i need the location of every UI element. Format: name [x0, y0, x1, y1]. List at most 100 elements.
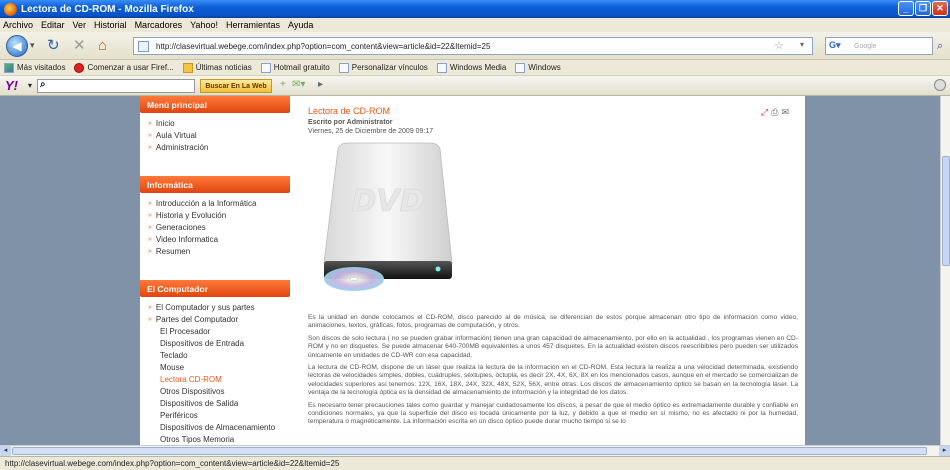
- folder-icon: [182, 62, 193, 73]
- window-controls: _ ❐ ✕: [898, 1, 948, 16]
- module-title: El Computador: [140, 280, 290, 297]
- address-bar[interactable]: http://clasevirtual.webege.com/index.php…: [133, 37, 813, 55]
- scrollbar-thumb[interactable]: [12, 447, 927, 455]
- chart-icon: [4, 62, 14, 73]
- stop-icon[interactable]: ✕: [73, 37, 86, 54]
- menu-editar[interactable]: Editar: [41, 20, 65, 30]
- web-page: Menú principal » Inicio » Aula Virtual » Ad…: [140, 96, 805, 445]
- scrollbar-thumb[interactable]: [942, 156, 950, 266]
- scroll-right-arrow-icon[interactable]: ▸: [939, 446, 950, 456]
- back-button[interactable]: ◀: [6, 35, 28, 57]
- bookmark-item[interactable]: Más visitados: [4, 62, 66, 73]
- menu-ayuda[interactable]: Ayuda: [288, 20, 313, 30]
- sidebar-item[interactable]: Teclado: [148, 350, 290, 362]
- firefox-icon: [4, 2, 17, 16]
- menu-ver[interactable]: Ver: [73, 20, 87, 30]
- forward-dropdown-icon[interactable]: ▾: [30, 40, 42, 52]
- menu-principal-module: Menú principal » Inicio » Aula Virtual » Ad…: [140, 96, 290, 154]
- toolbar-tools-icon[interactable]: ✉▾: [292, 79, 305, 90]
- bookmark-label: Personalizar vínculos: [351, 63, 428, 72]
- bookmark-item[interactable]: Hotmail gratuito: [260, 62, 330, 73]
- menu-historial[interactable]: Historial: [94, 20, 127, 30]
- bookmark-label: Windows: [528, 63, 561, 72]
- article-author: Escrito por Administrator: [308, 119, 393, 126]
- history-dropdown-icon[interactable]: ▾: [800, 40, 804, 49]
- bookmark-item[interactable]: Últimas noticias: [182, 62, 252, 73]
- minimize-button[interactable]: _: [898, 1, 914, 16]
- bookmark-label: Más visitados: [17, 63, 66, 72]
- search-placeholder: Google: [854, 42, 877, 50]
- vertical-scrollbar[interactable]: [940, 96, 950, 445]
- email-icon[interactable]: ✉: [781, 107, 789, 118]
- sidebar-item[interactable]: Dispositivos de Almacenamiento: [148, 422, 290, 434]
- yahoo-toolbar: Y! ▾ ⌕ Buscar En La Web + ✉▾ ▸: [0, 76, 950, 96]
- page-icon: [260, 62, 271, 73]
- search-input[interactable]: G▾ Google: [825, 37, 933, 55]
- sidebar-item-administracion[interactable]: » Administración: [148, 142, 290, 154]
- informatica-module: Informática » Introducción a la Informáti…: [140, 176, 290, 258]
- yahoo-logo[interactable]: Y!: [5, 78, 18, 93]
- bullet-icon: »: [148, 304, 152, 311]
- sidebar-item[interactable]: Dispositivos de Entrada: [148, 338, 290, 350]
- bookmark-star-icon[interactable]: ☆: [774, 39, 784, 52]
- dvd-logo-text: DVD: [351, 184, 424, 219]
- horizontal-scrollbar[interactable]: ◂ ▸: [0, 445, 950, 456]
- bookmarks-toolbar: Más visitados Comenzar a usar Firef... Ú…: [0, 60, 950, 76]
- yahoo-search-button[interactable]: Buscar En La Web: [200, 79, 272, 93]
- article-paragraph: Es necesario tener precauciones tales co…: [308, 401, 798, 426]
- bullet-icon: »: [148, 120, 152, 127]
- sidebar-item[interactable]: » Historia y Evolución: [148, 210, 290, 222]
- google-icon[interactable]: G▾: [829, 40, 841, 51]
- toolbar-more-icon[interactable]: ▸: [318, 79, 323, 90]
- sidebar-item[interactable]: Otros Tipos Memoria: [148, 434, 290, 445]
- sidebar-item[interactable]: » Video Informatica: [148, 234, 290, 246]
- bullet-icon: »: [148, 132, 152, 139]
- menu-herramientas[interactable]: Herramientas: [226, 20, 280, 30]
- sidebar-item[interactable]: » Resumen: [148, 246, 290, 258]
- yahoo-dropdown-icon[interactable]: ▾: [28, 81, 32, 90]
- article-paragraph: Son discos de solo lectura ( no se puede…: [308, 334, 798, 359]
- address-text: http://clasevirtual.webege.com/index.php…: [156, 41, 491, 51]
- sidebar-item[interactable]: El Procesador: [148, 326, 290, 338]
- page-icon: [338, 62, 349, 73]
- menu-yahoo[interactable]: Yahoo!: [190, 20, 218, 30]
- sidebar-item[interactable]: » Generaciones: [148, 222, 290, 234]
- close-button[interactable]: ✕: [932, 1, 948, 16]
- sidebar-item-inicio[interactable]: » Inicio: [148, 118, 290, 130]
- article-body: Es la unidad en donde colocamos el CD-RO…: [308, 314, 798, 431]
- sidebar-item[interactable]: Dispositivos de Salida: [148, 398, 290, 410]
- maximize-button[interactable]: ❐: [915, 1, 931, 16]
- bookmark-item[interactable]: Personalizar vínculos: [338, 62, 428, 73]
- home-icon[interactable]: ⌂: [98, 37, 107, 54]
- bullet-icon: »: [148, 316, 152, 323]
- dvd-drive-image: DVD: [323, 142, 453, 291]
- sidebar-item-aula-virtual[interactable]: » Aula Virtual: [148, 130, 290, 142]
- bookmark-item[interactable]: Windows: [515, 62, 561, 73]
- bookmark-item[interactable]: Comenzar a usar Firef...: [74, 62, 174, 73]
- reload-icon[interactable]: ↻: [47, 37, 60, 54]
- menu-archivo[interactable]: Archivo: [3, 20, 33, 30]
- bullet-icon: »: [148, 236, 152, 243]
- status-bar: http://clasevirtual.webege.com/index.php…: [0, 456, 950, 470]
- module-title: Informática: [140, 176, 290, 193]
- toolbar-options-icon[interactable]: [934, 79, 946, 91]
- pdf-icon[interactable]: ⤢: [761, 107, 768, 118]
- print-icon[interactable]: ⎙: [771, 107, 778, 118]
- menu-marcadores[interactable]: Marcadores: [135, 20, 183, 30]
- sidebar-item[interactable]: Lectora CD-ROM: [148, 374, 290, 386]
- sidebar-item[interactable]: Mouse: [148, 362, 290, 374]
- search-icon[interactable]: ⌕: [937, 40, 943, 53]
- sidebar-item[interactable]: Otros Dispositivos: [148, 386, 290, 398]
- sidebar-item[interactable]: Periféricos: [148, 410, 290, 422]
- status-text: http://clasevirtual.webege.com/index.php…: [5, 459, 340, 468]
- article-date: Viernes, 25 de Diciembre de 2009 09:17: [308, 128, 434, 135]
- sidebar-item[interactable]: » El Computador y sus partes: [148, 302, 290, 314]
- yahoo-search-input[interactable]: ⌕: [37, 79, 195, 93]
- scroll-left-arrow-icon[interactable]: ◂: [0, 446, 11, 456]
- sidebar-item[interactable]: » Introducción a la Informática: [148, 198, 290, 210]
- sidebar-item[interactable]: » Partes del Computador: [148, 314, 290, 326]
- article-title[interactable]: Lectora de CD-ROM: [308, 106, 390, 116]
- bookmark-item[interactable]: Windows Media: [436, 62, 506, 73]
- bullet-icon: »: [148, 248, 152, 255]
- add-icon[interactable]: +: [280, 79, 286, 90]
